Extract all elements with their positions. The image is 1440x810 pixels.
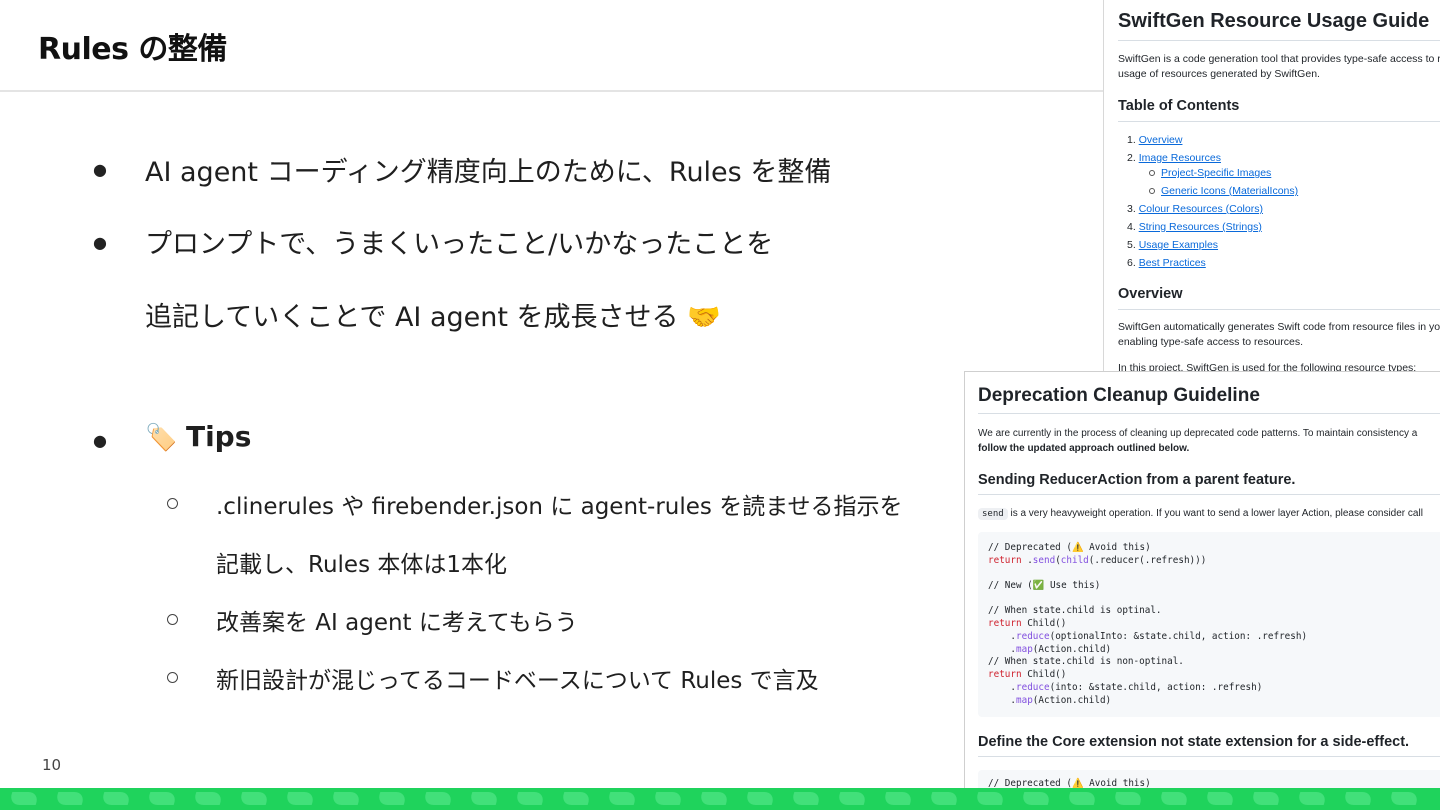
overview-line1: SwiftGen automatically generates Swift c… [1118, 321, 1440, 333]
screenshot-deprecation-guideline: Deprecation Cleanup Guideline We are cur… [964, 371, 1440, 792]
bullet-dot: ● [93, 431, 107, 450]
leaf-decoration [1111, 792, 1145, 805]
leaf-decoration [467, 792, 501, 805]
section2-heading: Define the Core extension not state exte… [978, 734, 1410, 750]
leaf-decoration [421, 792, 455, 805]
inline-code-send: send [978, 508, 1008, 520]
bullet-1-text: AI agent コーディング精度向上のために、Rules を整備 [145, 157, 832, 188]
leaf-decoration [789, 792, 823, 805]
overview-line2: enabling type-safe access to resources. [1118, 336, 1304, 348]
leaf-decoration [1341, 792, 1375, 805]
footer-decorative-band [0, 788, 1440, 810]
leaf-decoration [513, 792, 547, 805]
sub-bullet-circle [167, 614, 178, 625]
label-tag-icon: 🏷️ [145, 423, 178, 453]
title-divider [0, 90, 1105, 92]
intro-line2: usage of resources generated by SwiftGen… [1118, 68, 1320, 80]
leaf-decoration [237, 792, 271, 805]
tips-heading: 🏷️ Tips [145, 420, 251, 453]
leaf-decoration [1065, 792, 1099, 805]
intro-line2: follow the updated approach outlined bel… [978, 443, 1190, 454]
leaf-decoration [329, 792, 363, 805]
sub-bullet-circle [1149, 188, 1155, 195]
check-icon: ✅ [1032, 580, 1045, 591]
divider [1118, 309, 1440, 310]
tip-2: 改善案を AI agent に考えてもらう [216, 610, 578, 636]
toc-item-best-practices[interactable]: 6. Best Practices [1127, 257, 1206, 269]
divider [978, 756, 1440, 757]
toc-item-string-resources[interactable]: 4. String Resources (Strings) [1127, 221, 1262, 233]
leaf-decoration [927, 792, 961, 805]
leaf-decoration [1249, 792, 1283, 805]
bullet-dot: ● [93, 233, 107, 252]
leaf-decoration [651, 792, 685, 805]
sub-bullet-circle [167, 672, 178, 683]
section1-heading: Sending ReducerAction from a parent feat… [978, 472, 1296, 488]
bullet-dot: ● [93, 160, 107, 179]
leaf-decoration [605, 792, 639, 805]
tips-label: Tips [185, 420, 252, 453]
tip-1-line2: 記載し、Rules 本体は1本化 [216, 552, 507, 578]
toc-heading: Table of Contents [1118, 98, 1240, 114]
overview-heading: Overview [1118, 286, 1183, 302]
doc-title: SwiftGen Resource Usage Guide [1118, 10, 1430, 32]
bullet-2-line2: 追記していくことで AI agent を成長させる 🤝 [145, 302, 721, 333]
screenshot-swiftgen-guide: SwiftGen Resource Usage Guide SwiftGen i… [1103, 0, 1440, 380]
toc-item-usage-examples[interactable]: 5. Usage Examples [1127, 239, 1218, 251]
leaf-decoration [191, 792, 225, 805]
divider [1118, 40, 1440, 41]
leaf-decoration [559, 792, 593, 805]
leaf-decoration [53, 792, 87, 805]
leaf-decoration [1157, 792, 1191, 805]
leaf-decoration [1019, 792, 1053, 805]
leaf-decoration [1203, 792, 1237, 805]
leaf-decoration [835, 792, 869, 805]
toc-item-image-resources[interactable]: 2. Image Resources [1127, 152, 1221, 164]
tip-1-line1: .clinerules や firebender.json に agent-ru… [216, 494, 903, 520]
leaf-decoration [881, 792, 915, 805]
toc-item-generic-icons[interactable]: Generic Icons (MaterialIcons) [1149, 185, 1298, 197]
intro-line1: We are currently in the process of clean… [978, 428, 1418, 439]
warning-icon: ⚠️ [1071, 542, 1084, 553]
bullet-2-line1: プロンプトで、うまくいったこと/いかなったことを [145, 229, 774, 260]
leaf-decoration [145, 792, 179, 805]
divider [978, 494, 1440, 495]
leaf-decoration [375, 792, 409, 805]
divider [978, 413, 1440, 414]
toc-item-colour-resources[interactable]: 3. Colour Resources (Colors) [1127, 203, 1263, 215]
page-number: 10 [42, 756, 62, 774]
slide-title: Rules の整備 [38, 32, 227, 67]
leaf-decoration [7, 792, 41, 805]
leaf-decoration [1295, 792, 1329, 805]
doc-title: Deprecation Cleanup Guideline [978, 385, 1260, 406]
code-block: // Deprecated (⚠️ Avoid this) return .se… [978, 532, 1440, 717]
leaf-decoration [743, 792, 777, 805]
leaf-decoration [283, 792, 317, 805]
divider [1118, 121, 1440, 122]
intro-line1: SwiftGen is a code generation tool that … [1118, 53, 1440, 65]
sub-bullet-circle [167, 498, 178, 509]
toc-item-project-images[interactable]: Project-Specific Images [1149, 167, 1271, 179]
leaf-decoration [99, 792, 133, 805]
tip-3: 新旧設計が混じってるコードベースについて Rules で言及 [216, 668, 819, 694]
leaf-decoration [973, 792, 1007, 805]
leaf-decoration [697, 792, 731, 805]
leaf-decoration [1387, 792, 1421, 805]
toc-item-overview[interactable]: 1. Overview [1127, 134, 1182, 146]
send-description: send is a very heavyweight operation. If… [978, 506, 1423, 522]
sub-bullet-circle [1149, 170, 1155, 177]
